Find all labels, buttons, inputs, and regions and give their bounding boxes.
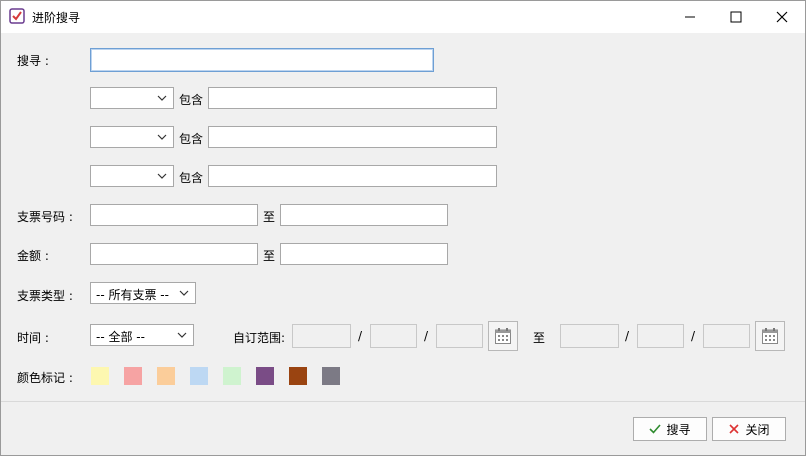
advanced-search-dialog: 进阶搜寻 搜寻 : 包含 包含 包含 支票号码 : 至 金额 : 至 支票类型 …: [0, 0, 806, 456]
amount-from-input[interactable]: [90, 243, 258, 265]
from-year-input[interactable]: [292, 324, 351, 348]
cheque-type-select[interactable]: -- 所有支票 --: [90, 282, 196, 304]
title-bar: 进阶搜寻: [1, 1, 805, 33]
color-swatch-brown[interactable]: [289, 367, 307, 385]
amount-to-input[interactable]: [280, 243, 448, 265]
to-year-input[interactable]: [560, 324, 619, 348]
footer-divider: [1, 401, 805, 402]
color-swatch-blue[interactable]: [190, 367, 208, 385]
search-button[interactable]: 搜寻: [633, 417, 707, 441]
close-window-button[interactable]: [759, 1, 805, 33]
contains-input-1[interactable]: [208, 87, 497, 109]
field-select-2[interactable]: [90, 126, 174, 148]
color-swatch-purple[interactable]: [256, 367, 274, 385]
date-separator: /: [358, 329, 363, 343]
color-swatch-yellow[interactable]: [91, 367, 109, 385]
from-month-input[interactable]: [370, 324, 417, 348]
search-label: 搜寻 :: [17, 54, 49, 68]
contains-input-3[interactable]: [208, 165, 497, 187]
time-label: 时间 :: [17, 331, 49, 345]
search-input[interactable]: [90, 48, 434, 72]
maximize-button[interactable]: [713, 1, 759, 33]
color-swatch-red[interactable]: [124, 367, 142, 385]
close-icon: [776, 11, 788, 23]
time-select[interactable]: -- 全部 --: [90, 324, 194, 346]
chevron-down-icon: [179, 290, 189, 296]
from-calendar-button[interactable]: [488, 321, 518, 351]
cheque-number-label: 支票号码 :: [17, 210, 73, 224]
close-icon: [729, 424, 740, 434]
search-button-label: 搜寻: [666, 422, 691, 437]
from-day-input[interactable]: [436, 324, 483, 348]
window-title: 进阶搜寻: [32, 11, 81, 25]
minimize-button[interactable]: [667, 1, 713, 33]
to-day-input[interactable]: [703, 324, 750, 348]
to-label: 至: [533, 331, 546, 345]
field-select-1[interactable]: [90, 87, 174, 109]
color-swatch-green[interactable]: [223, 367, 241, 385]
cheque-number-to-input[interactable]: [280, 204, 448, 226]
color-swatch-gray[interactable]: [322, 367, 340, 385]
custom-range-label: 自订范围:: [233, 331, 286, 345]
cheque-number-from-input[interactable]: [90, 204, 258, 226]
amount-label: 金额 :: [17, 249, 49, 263]
color-swatch-orange[interactable]: [157, 367, 175, 385]
app-icon: [9, 8, 25, 24]
contains-input-2[interactable]: [208, 126, 497, 148]
chevron-down-icon: [177, 332, 187, 338]
to-label: 至: [263, 249, 276, 263]
contains-label: 包含: [179, 171, 204, 185]
cheque-type-label: 支票类型 :: [17, 289, 73, 303]
contains-label: 包含: [179, 132, 204, 146]
calendar-icon: [495, 328, 511, 344]
minimize-icon: [685, 16, 695, 18]
date-separator: /: [691, 329, 696, 343]
field-select-3[interactable]: [90, 165, 174, 187]
calendar-icon: [762, 328, 778, 344]
to-calendar-button[interactable]: [755, 321, 785, 351]
to-label: 至: [263, 210, 276, 224]
chevron-down-icon: [157, 95, 167, 101]
chevron-down-icon: [157, 134, 167, 140]
date-separator: /: [625, 329, 630, 343]
close-button[interactable]: 关闭: [712, 417, 786, 441]
maximize-icon: [730, 11, 742, 23]
contains-label: 包含: [179, 93, 204, 107]
close-button-label: 关闭: [745, 422, 770, 437]
to-month-input[interactable]: [637, 324, 684, 348]
checkmark-icon: [649, 424, 662, 434]
color-tag-label: 颜色标记 :: [17, 371, 73, 385]
date-separator: /: [424, 329, 429, 343]
chevron-down-icon: [157, 173, 167, 179]
